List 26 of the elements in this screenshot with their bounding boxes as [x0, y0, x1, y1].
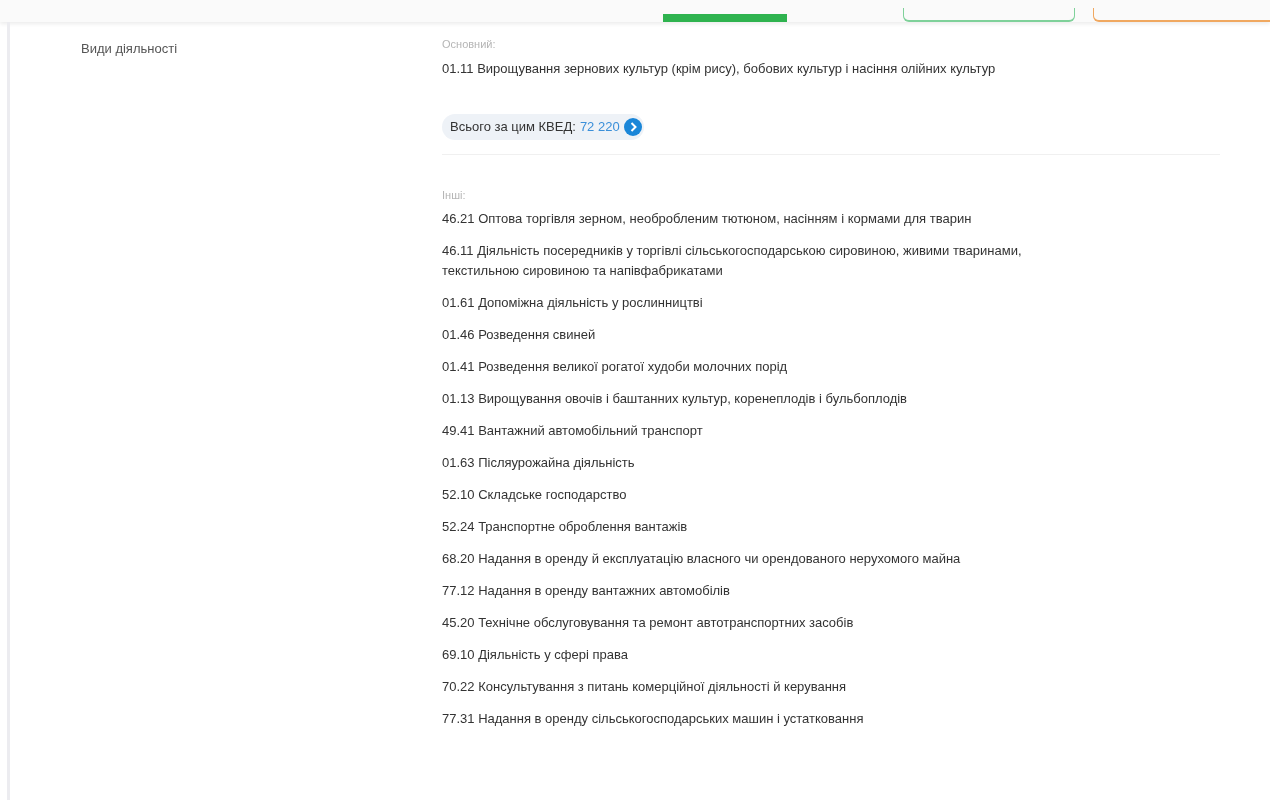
activity-item: 70.22 Консультування з питань комерційної діяльності й керування [442, 678, 848, 696]
total-link[interactable]: 72 220 [579, 117, 620, 137]
button-edge[interactable] [663, 14, 788, 22]
activity-item: 01.13 Вирощування овочів і баштанних культур, коренеплодів і бульбоплодів [442, 390, 908, 408]
section-label: Види діяльності [81, 41, 177, 56]
activity-item: 52.24 Транспортне оброблення вантажів [442, 518, 689, 536]
primary-activity: 01.11 Вирощування зернових культур (крім рису), бобових культур і насіння олійних культур [442, 59, 997, 78]
activity-item: 69.10 Діяльність у сфері права [442, 646, 629, 664]
activity-item: 49.41 Вантажний автомобільний транспорт [442, 422, 704, 440]
activity-item: 77.12 Надання в оренду вантажних автомобілів [442, 582, 731, 600]
activity-item: 77.31 Надання в оренду сільськогосподарських машин і устатковання [442, 710, 865, 728]
chevron-right-icon[interactable] [623, 117, 642, 136]
activity-item: 45.20 Технічне обслуговування та ремонт автотранспортних засобів [442, 614, 855, 632]
activity-item: 01.61 Допоміжна діяльність у рослинництві [442, 294, 704, 312]
activity-item: 01.63 Післяурожайна діяльність [442, 454, 636, 472]
activity-item: 52.10 Складське господарство [442, 486, 628, 504]
activity-item: 46.21 Оптова торгівля зерном, необробленим тютюном, насінням і кормами для тварин [442, 210, 973, 228]
outlined-button-edge[interactable] [903, 8, 1075, 22]
others-heading: Інші: [442, 187, 467, 203]
activity-item: 68.20 Надання в оренду й експлуатацію власного чи орендованого нерухомого майна [442, 550, 962, 568]
total-label: Всього за цим КВЕД: [450, 118, 576, 136]
activity-item: 01.46 Розведення свиней [442, 326, 597, 344]
primary-heading: Основний: [442, 37, 497, 52]
activity-item: 01.41 Розведення великої рогатої худоби молочних порід [442, 358, 789, 376]
activity-item: 46.11 Діяльність посередників у торгівлі сільськогосподарською сировиною, живими тваринами, текстильною сировиною та напівфабрикатами [442, 242, 1023, 280]
tab-edge[interactable] [1092, 8, 1270, 22]
